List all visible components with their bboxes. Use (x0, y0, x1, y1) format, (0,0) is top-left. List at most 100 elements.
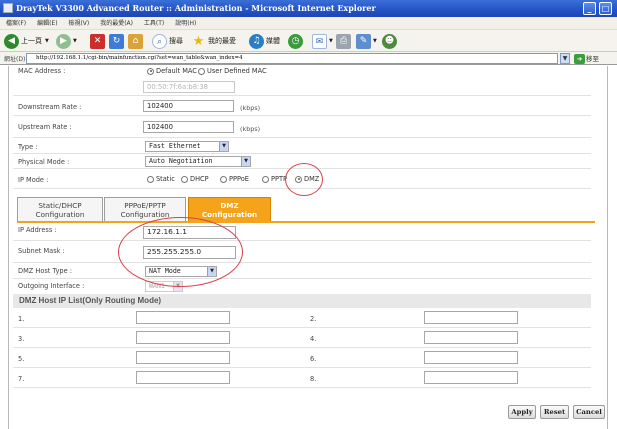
outgoing-interface-select[interactable]: WAN1 ▼ (145, 281, 183, 292)
dmz-ip-row: IP Address : 172.16.1.1 (13, 223, 591, 241)
address-input[interactable]: http://192.168.1.1/cgi-bin/mainfunction.… (26, 53, 558, 64)
upstream-rate-label: Upstream Rate : (18, 123, 72, 131)
outgoing-interface-row: Outgoing Interface : WAN1 ▼ (13, 279, 591, 294)
router-config-page: MAC Address : Default MAC User Defined M… (8, 66, 608, 429)
host-5-input[interactable] (136, 351, 230, 364)
host-list-row: 5. 6. (13, 348, 591, 368)
window-title-bar: DrayTek V3300 Advanced Router :: Adminis… (0, 0, 617, 17)
default-mac-radio-dot (147, 67, 154, 75)
menu-help[interactable]: 說明(H) (175, 20, 196, 27)
reset-button[interactable]: Reset (540, 405, 569, 419)
ip-mode-pppoe-radio[interactable]: PPPoE (220, 175, 249, 183)
host-list-row: 3. 4. (13, 328, 591, 348)
downstream-rate-input[interactable]: 102400 (143, 100, 234, 112)
refresh-button[interactable]: ↻ (109, 33, 126, 49)
home-icon: ⌂ (128, 33, 143, 49)
tab-static-dhcp-line2: Configuration (35, 210, 85, 219)
ip-mode-label: IP Mode : (18, 176, 49, 184)
ie-app-icon (3, 3, 13, 13)
host-list-row: 1. 2. (13, 308, 591, 328)
address-bar: 網址(D) http://192.168.1.1/cgi-bin/mainfun… (0, 52, 617, 65)
forward-button[interactable]: ▶ ▼ (56, 33, 77, 49)
menu-view[interactable]: 檢視(V) (68, 20, 89, 27)
physical-mode-dropdown-icon: ▼ (241, 157, 250, 166)
ip-mode-static-label: Static (156, 175, 175, 183)
ip-mode-static-radio[interactable]: Static (147, 175, 175, 183)
mail-dropdown-icon[interactable]: ▼ (329, 38, 333, 44)
physical-mode-select[interactable]: Auto Negotiation ▼ (145, 156, 251, 167)
host-7-label: 7. (18, 375, 25, 383)
user-defined-mac-radio[interactable]: User Defined MAC (198, 67, 267, 75)
host-2-input[interactable] (424, 311, 518, 324)
default-mac-label: Default MAC (156, 67, 197, 75)
ip-mode-dhcp-label: DHCP (190, 175, 209, 183)
downstream-rate-row: Downstream Rate : 102400 (kbps) (13, 96, 591, 116)
media-label: 媒體 (266, 37, 280, 45)
dmz-host-type-select[interactable]: NAT Mode ▼ (145, 266, 217, 277)
stop-icon: ✕ (90, 33, 105, 49)
back-button[interactable]: ◀ 上一頁 ▼ (4, 33, 49, 49)
host-list-row: 7. 8. (13, 368, 591, 388)
history-button[interactable]: ◷ (288, 33, 305, 49)
default-mac-radio[interactable]: Default MAC (147, 67, 197, 75)
address-dropdown-icon[interactable]: ▼ (560, 53, 570, 64)
tab-dmz[interactable]: DMZ Configuration (188, 197, 271, 221)
mac-address-input[interactable]: 00:50:7f:6a:b8:38 (143, 81, 235, 93)
ip-mode-dhcp-radio[interactable]: DHCP (181, 175, 209, 183)
search-button[interactable]: ⌕ 搜尋 (152, 33, 183, 49)
cancel-button[interactable]: Cancel (573, 405, 605, 419)
minimize-icon[interactable]: _ (583, 2, 596, 15)
user-defined-mac-radio-dot (198, 67, 205, 75)
tab-dmz-line2: Configuration (201, 210, 258, 219)
back-dropdown-icon[interactable]: ▼ (45, 38, 49, 44)
favorites-button[interactable]: ★ 我的最愛 (191, 33, 236, 49)
search-label: 搜尋 (169, 37, 183, 45)
dmz-radio-dot (295, 175, 302, 183)
dmz-ip-input[interactable]: 172.16.1.1 (143, 226, 236, 239)
pppoe-radio-dot (220, 175, 227, 183)
menu-edit[interactable]: 編輯(E) (37, 20, 57, 27)
tab-pppoe-pptp[interactable]: PPPoE/PPTP Configuration (104, 197, 186, 221)
dmz-ip-label: IP Address : (18, 226, 57, 234)
home-button[interactable]: ⌂ (128, 33, 145, 49)
apply-button[interactable]: Apply (508, 405, 536, 419)
ip-mode-dmz-radio[interactable]: DMZ (295, 175, 319, 183)
host-3-input[interactable] (136, 331, 230, 344)
messenger-icon: ☻ (382, 33, 397, 49)
mac-address-row: MAC Address : Default MAC User Defined M… (13, 66, 591, 96)
subnet-mask-input[interactable]: 255.255.255.0 (143, 246, 236, 259)
go-arrow-icon: ➔ (574, 54, 585, 64)
downstream-rate-value: 102400 (147, 102, 173, 110)
host-6-label: 6. (310, 355, 317, 363)
subnet-mask-value: 255.255.255.0 (147, 247, 202, 256)
host-7-input[interactable] (136, 371, 230, 384)
edit-button[interactable]: ✎ ▼ (356, 33, 377, 49)
maximize-icon[interactable]: □ (599, 2, 612, 15)
type-select-value: Fast Ethernet (149, 142, 201, 150)
host-1-input[interactable] (136, 311, 230, 324)
tab-dmz-line1: DMZ (220, 201, 239, 210)
forward-dropdown-icon[interactable]: ▼ (73, 38, 77, 44)
type-dropdown-icon: ▼ (219, 142, 228, 151)
host-4-input[interactable] (424, 331, 518, 344)
messenger-button[interactable]: ☻ (382, 33, 399, 49)
url-text: http://192.168.1.1/cgi-bin/mainfunction.… (36, 55, 243, 61)
mail-icon: ✉ (312, 33, 327, 49)
menu-file[interactable]: 檔案(F) (6, 20, 26, 27)
media-button[interactable]: ♫ 媒體 (249, 33, 280, 49)
host-6-input[interactable] (424, 351, 518, 364)
mail-button[interactable]: ✉ ▼ (312, 33, 333, 49)
menu-tools[interactable]: 工具(T) (144, 20, 164, 27)
tab-pppoe-pptp-line2: Configuration (120, 210, 170, 219)
type-select[interactable]: Fast Ethernet ▼ (145, 141, 229, 152)
ip-mode-pptp-radio[interactable]: PPTP (262, 175, 287, 183)
go-button[interactable]: ➔ 移至 (574, 53, 599, 64)
stop-button[interactable]: ✕ (90, 33, 107, 49)
static-radio-dot (147, 175, 154, 183)
menu-favorites[interactable]: 我的最愛(A) (100, 20, 133, 27)
upstream-rate-input[interactable]: 102400 (143, 121, 234, 133)
edit-dropdown-icon[interactable]: ▼ (373, 38, 377, 44)
host-8-input[interactable] (424, 371, 518, 384)
print-button[interactable]: ⎙ (336, 33, 353, 49)
tab-static-dhcp[interactable]: Static/DHCP Configuration (17, 197, 103, 221)
